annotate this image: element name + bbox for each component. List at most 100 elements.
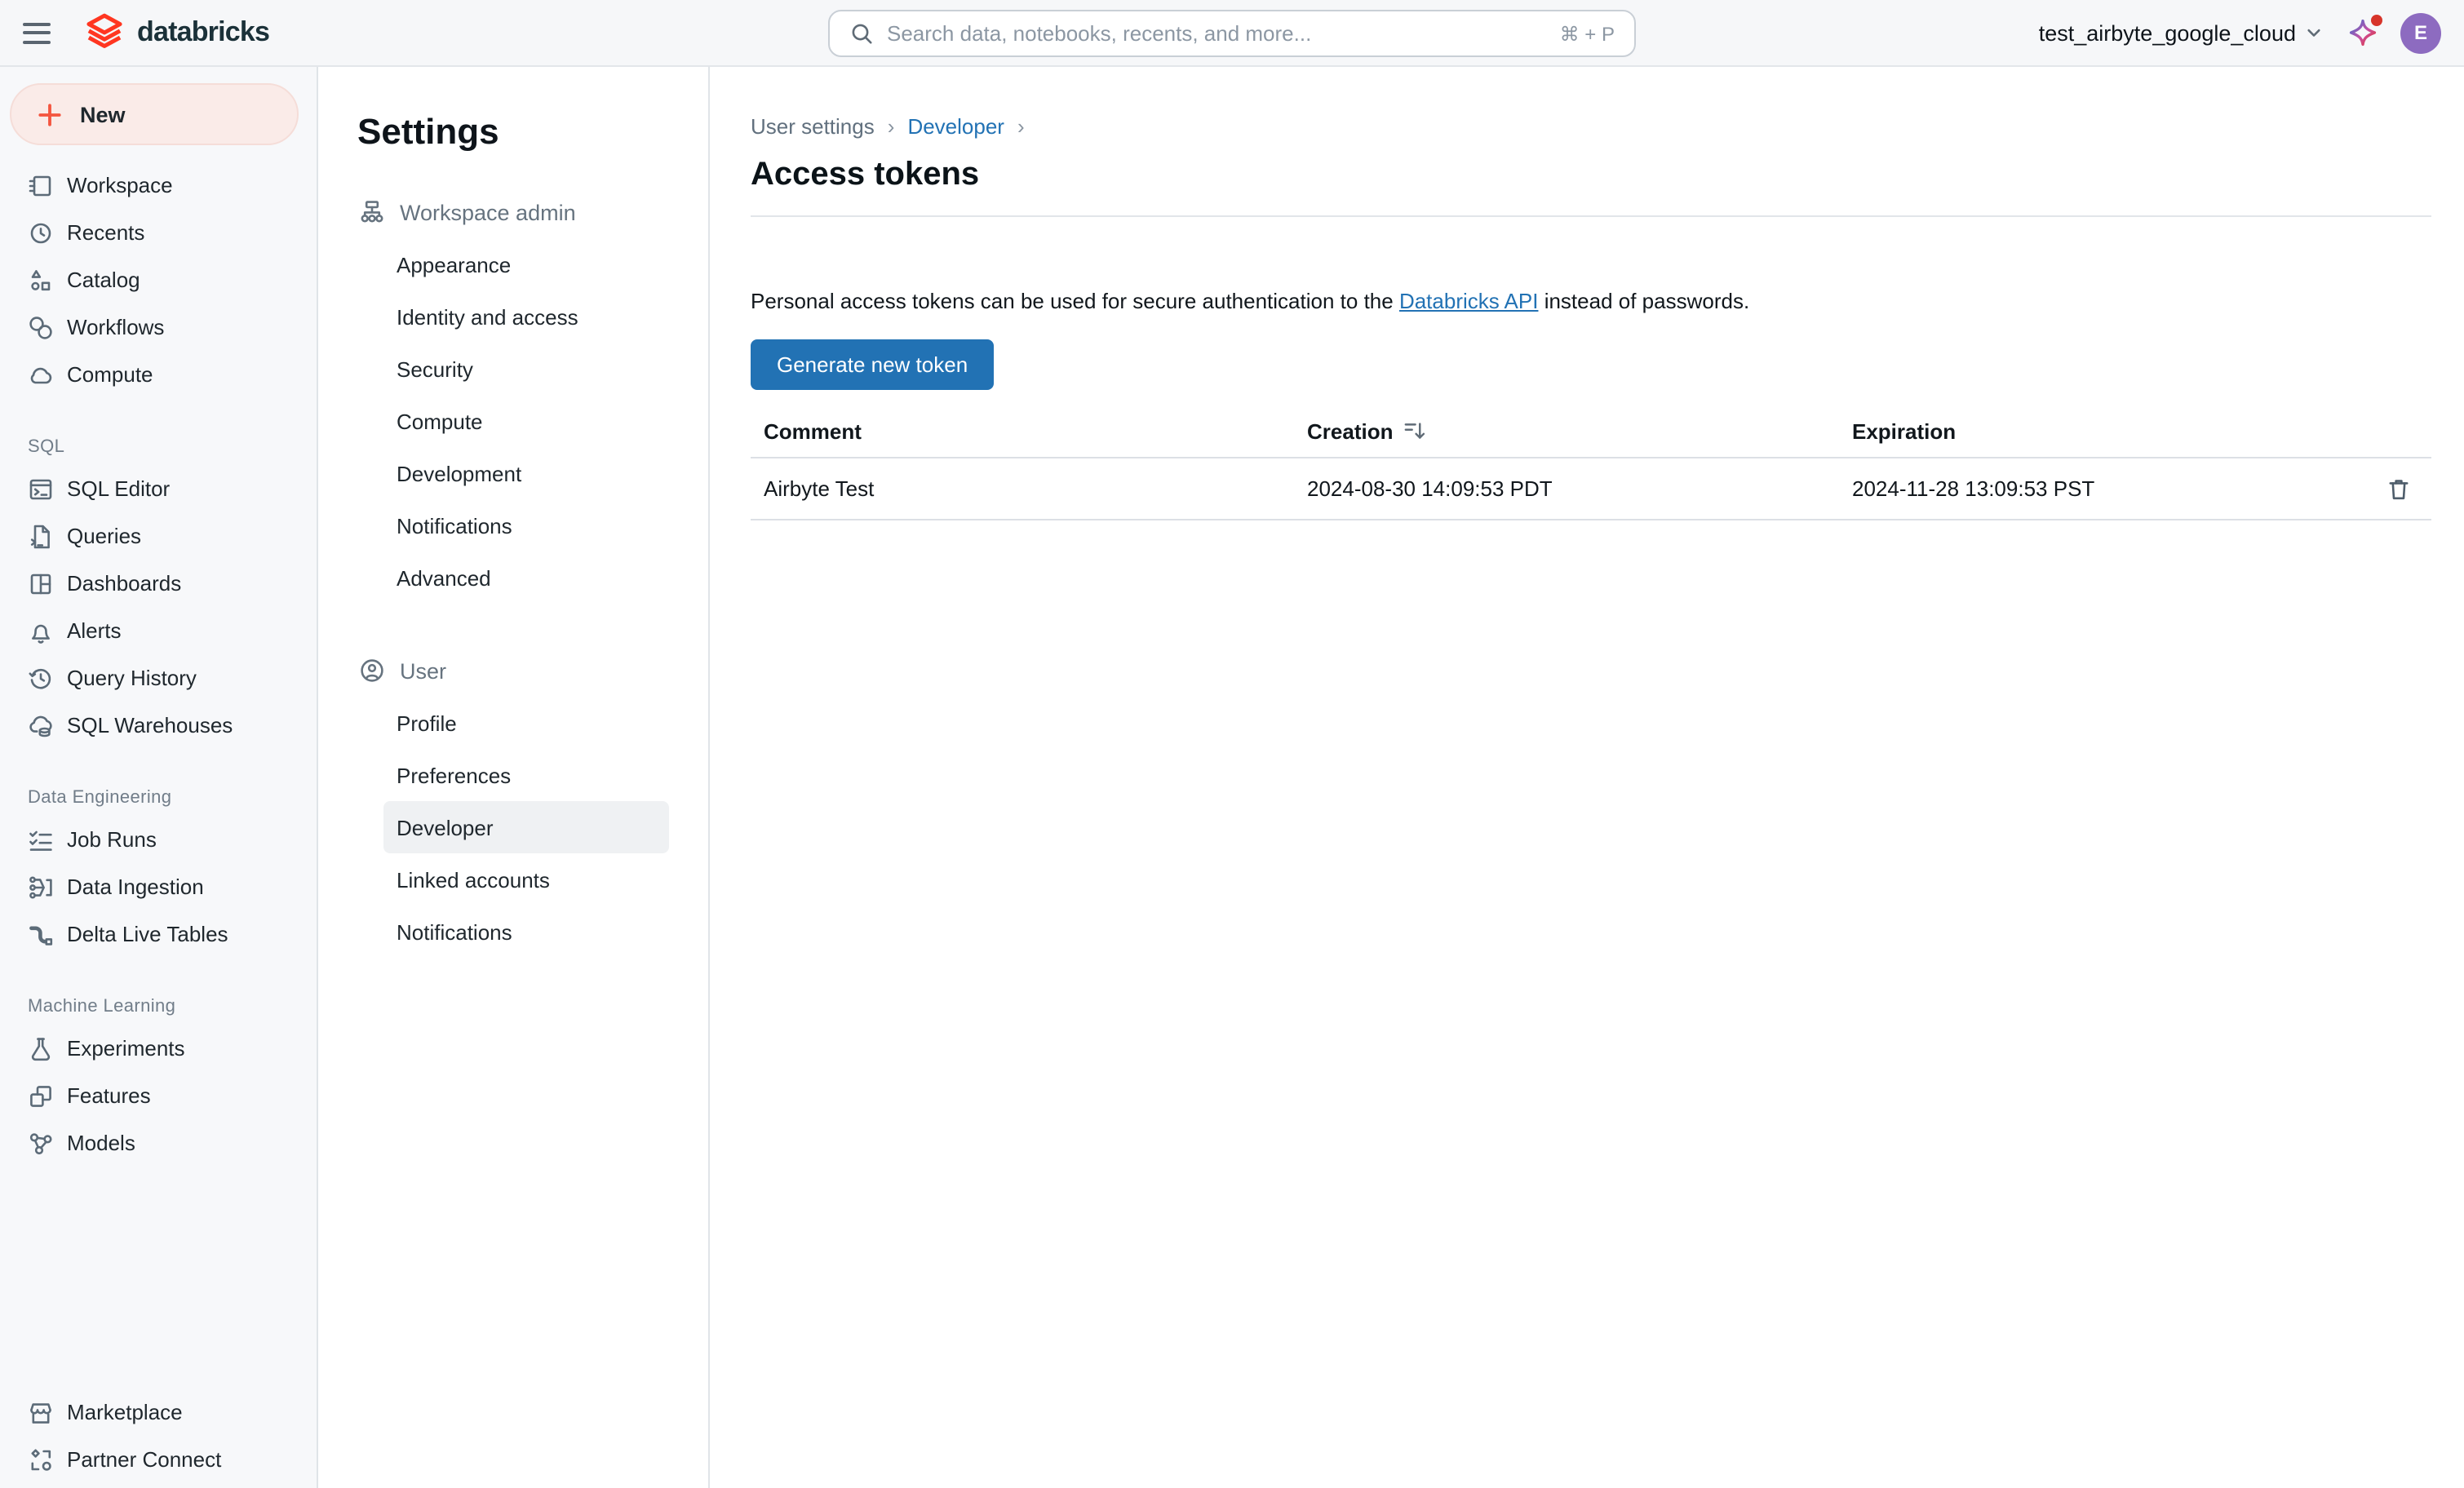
- breadcrumb-chevron-icon: ›: [888, 113, 895, 138]
- delta-live-tables-icon: [28, 921, 54, 947]
- sidebar-item-label: Query History: [67, 666, 197, 690]
- sidebar-item-label: Data Ingestion: [67, 875, 204, 899]
- search-icon: [849, 21, 874, 46]
- databricks-wordmark: databricks: [137, 16, 269, 49]
- assistant-sparkle-icon[interactable]: [2347, 16, 2379, 49]
- global-search[interactable]: ⌘ + P: [828, 10, 1636, 57]
- sidebar-item-models[interactable]: Models: [0, 1119, 317, 1167]
- experiments-icon: [28, 1035, 54, 1061]
- sidebar: New Workspace Recents Catalog Workflows …: [0, 67, 318, 1488]
- settings-item-security[interactable]: Security: [318, 343, 708, 395]
- sidebar-item-query-history[interactable]: Query History: [0, 654, 317, 702]
- search-input[interactable]: [887, 21, 1547, 46]
- table-row: Airbyte Test 2024-08-30 14:09:53 PDT 202…: [751, 458, 2431, 520]
- page-title: Access tokens: [751, 153, 2431, 196]
- sidebar-item-workflows[interactable]: Workflows: [0, 303, 317, 351]
- sidebar-item-catalog[interactable]: Catalog: [0, 256, 317, 303]
- org-icon: [359, 199, 385, 225]
- databricks-api-link[interactable]: Databricks API: [1399, 289, 1539, 313]
- sidebar-item-data-ingestion[interactable]: Data Ingestion: [0, 863, 317, 910]
- settings-item-notifications[interactable]: Notifications: [318, 499, 708, 551]
- sql-warehouses-icon: [28, 712, 54, 738]
- models-icon: [28, 1130, 54, 1156]
- catalog-icon: [28, 267, 54, 293]
- sidebar-item-partner-connect[interactable]: Partner Connect: [0, 1436, 317, 1483]
- sidebar-item-alerts[interactable]: Alerts: [0, 607, 317, 654]
- sidebar-item-compute[interactable]: Compute: [0, 351, 317, 398]
- settings-item-compute[interactable]: Compute: [318, 395, 708, 447]
- sidebar-item-label: Delta Live Tables: [67, 922, 228, 946]
- sidebar-item-features[interactable]: Features: [0, 1072, 317, 1119]
- sidebar-item-queries[interactable]: Queries: [0, 512, 317, 560]
- user-icon: [359, 658, 385, 684]
- settings-item-preferences[interactable]: Preferences: [318, 749, 708, 801]
- sidebar-item-recents[interactable]: Recents: [0, 209, 317, 256]
- query-history-icon: [28, 665, 54, 691]
- sidebar-item-experiments[interactable]: Experiments: [0, 1025, 317, 1072]
- sidebar-item-label: Marketplace: [67, 1400, 183, 1424]
- delete-token-button[interactable]: [2382, 472, 2415, 505]
- new-button[interactable]: New: [10, 83, 299, 145]
- settings-item-profile[interactable]: Profile: [318, 697, 708, 749]
- table-body: Airbyte Test 2024-08-30 14:09:53 PDT 202…: [751, 458, 2431, 520]
- token-creation: 2024-08-30 14:09:53 PDT: [1294, 476, 1839, 501]
- sidebar-item-delta-live-tables[interactable]: Delta Live Tables: [0, 910, 317, 958]
- title-divider: [751, 215, 2431, 217]
- settings-item-identity-and-access[interactable]: Identity and access: [318, 290, 708, 343]
- generate-new-token-button[interactable]: Generate new token: [751, 339, 994, 390]
- sql-editor-icon: [28, 476, 54, 502]
- sidebar-item-label: Partner Connect: [67, 1447, 221, 1472]
- sidebar-item-label: Models: [67, 1131, 135, 1155]
- sidebar-item-label: Dashboards: [67, 571, 181, 596]
- user-avatar[interactable]: E: [2400, 12, 2441, 53]
- partner-connect-icon: [28, 1446, 54, 1472]
- settings-item-developer[interactable]: Developer: [383, 801, 669, 853]
- table-header-row: CommentCreationExpiration: [751, 405, 2431, 458]
- databricks-app: databricks ⌘ + P test_airbyte_google_clo…: [0, 0, 2464, 1488]
- settings-item-advanced[interactable]: Advanced: [318, 551, 708, 604]
- sidebar-section-label: Data Engineering: [0, 788, 317, 808]
- recents-icon: [28, 219, 54, 246]
- dashboards-icon: [28, 570, 54, 596]
- settings-group-label: Workspace admin: [400, 200, 576, 224]
- token-expiration: 2024-11-28 13:09:53 PST: [1839, 476, 2382, 501]
- main-content: User settings ›Developer › Access tokens…: [710, 67, 2464, 1488]
- settings-item-linked-accounts[interactable]: Linked accounts: [318, 853, 708, 906]
- compute-icon: [28, 361, 54, 388]
- breadcrumb-developer[interactable]: Developer: [907, 113, 1004, 138]
- sidebar-item-label: Catalog: [67, 268, 140, 292]
- settings-item-notifications[interactable]: Notifications: [318, 906, 708, 958]
- sidebar-item-dashboards[interactable]: Dashboards: [0, 560, 317, 607]
- sidebar-item-label: Workspace: [67, 173, 173, 197]
- sidebar-item-marketplace[interactable]: Marketplace: [0, 1388, 317, 1436]
- job-runs-icon: [28, 826, 54, 852]
- topbar: databricks ⌘ + P test_airbyte_google_clo…: [0, 0, 2464, 67]
- description-suffix: instead of passwords.: [1538, 289, 1749, 313]
- databricks-logo[interactable]: databricks: [83, 11, 269, 54]
- sidebar-item-sql-warehouses[interactable]: SQL Warehouses: [0, 702, 317, 749]
- sidebar-item-job-runs[interactable]: Job Runs: [0, 816, 317, 863]
- breadcrumb-user-settings[interactable]: User settings: [751, 113, 875, 138]
- new-button-label: New: [80, 102, 126, 126]
- sidebar-item-label: Recents: [67, 220, 144, 245]
- sidebar-item-label: Workflows: [67, 315, 164, 339]
- settings-group-label: User: [400, 658, 446, 683]
- hamburger-menu-icon[interactable]: [23, 13, 62, 52]
- sidebar-item-sql-editor[interactable]: SQL Editor: [0, 465, 317, 512]
- workspace-selector[interactable]: test_airbyte_google_cloud: [2039, 20, 2325, 45]
- settings-item-appearance[interactable]: Appearance: [318, 238, 708, 290]
- column-header-expiration: Expiration: [1839, 418, 2382, 443]
- sidebar-item-workspace[interactable]: Workspace: [0, 162, 317, 209]
- column-header-comment: Comment: [751, 418, 1294, 443]
- settings-item-development[interactable]: Development: [318, 447, 708, 499]
- sidebar-section-label: SQL: [0, 437, 317, 457]
- workspace-icon: [28, 172, 54, 198]
- queries-icon: [28, 523, 54, 549]
- sort-descending-icon[interactable]: [1403, 418, 1427, 443]
- access-tokens-table: CommentCreationExpiration Airbyte Test 2…: [751, 405, 2431, 520]
- settings-title: Settings: [357, 109, 708, 155]
- data-ingestion-icon: [28, 874, 54, 900]
- databricks-logo-icon: [83, 11, 126, 54]
- sidebar-item-label: SQL Warehouses: [67, 713, 233, 737]
- sidebar-item-label: Alerts: [67, 618, 121, 643]
